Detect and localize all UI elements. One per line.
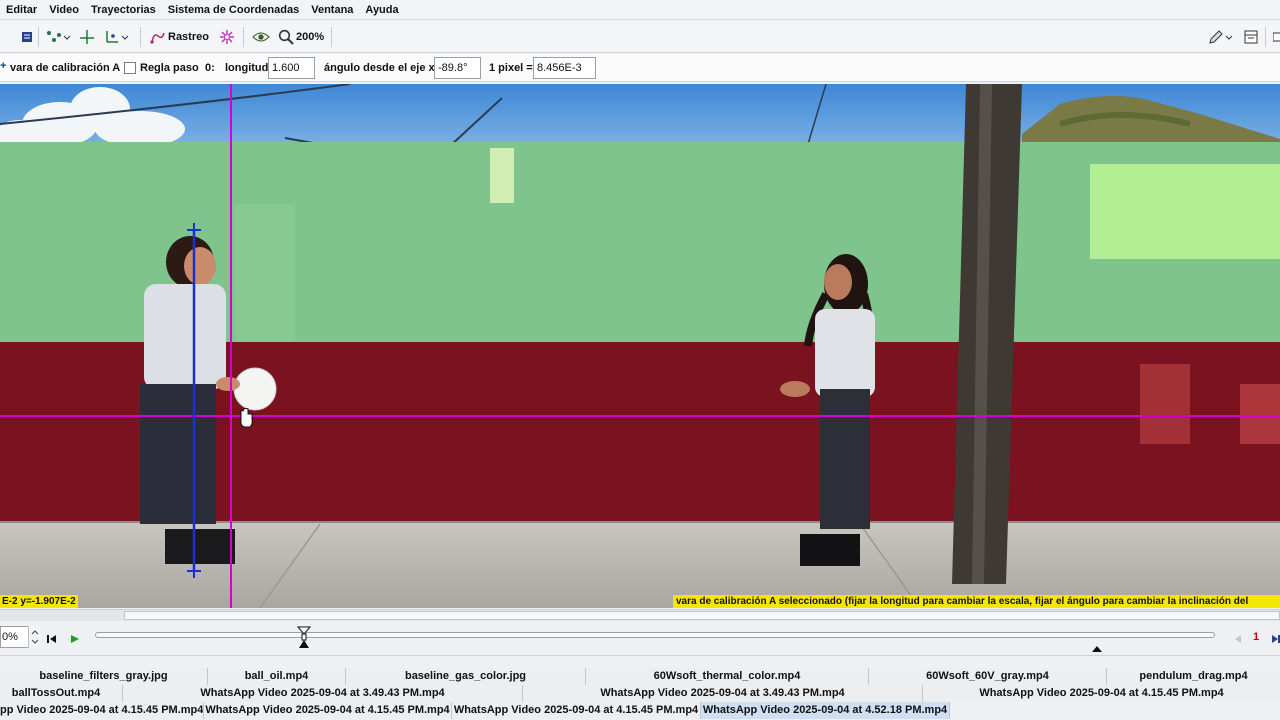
overflow-icon[interactable] (1273, 27, 1280, 47)
frame-slider[interactable] (95, 632, 1215, 638)
menu-ventana[interactable]: Ventana (305, 0, 359, 20)
toolbar: Rastreo 200% (0, 21, 1280, 53)
calibration-toolbar: + vara de calibración A Regla paso 0: lo… (0, 54, 1280, 94)
menu-bar: Editar Video Trayectorias Sistema de Coo… (0, 0, 1280, 20)
scrollbar-thumb[interactable] (124, 611, 1280, 620)
sunlit-patch (1090, 164, 1280, 259)
tracking-label: Rastreo (168, 31, 209, 43)
file-tab[interactable]: baseline_filters_gray.jpg (0, 668, 208, 685)
length-field[interactable]: 1.600 m (268, 57, 315, 94)
step-rule-checkbox[interactable] (124, 62, 136, 74)
video-frame (0, 84, 1280, 608)
step-next-icon[interactable] (1233, 631, 1243, 649)
menu-video[interactable]: Video (43, 0, 85, 20)
menu-editar[interactable]: Editar (0, 0, 43, 20)
axes-icon[interactable] (79, 27, 95, 47)
play-icon[interactable] (70, 631, 80, 649)
file-tab-row-3: pp Video 2025-09-04 at 4.15.45 PM.mp4 Wh… (0, 702, 1280, 720)
notes-icon[interactable] (20, 27, 34, 47)
file-tab[interactable]: baseline_gas_color.jpg (346, 668, 586, 685)
video-canvas[interactable] (0, 84, 1280, 608)
file-tab[interactable]: WhatsApp Video 2025-09-04 at 3.49.43 PM.… (523, 685, 923, 702)
zoom-level: 200% (296, 31, 325, 43)
step-value: 0: (205, 62, 215, 74)
track-tools-icon[interactable] (45, 27, 71, 47)
angle-label: ángulo desde el eje x (324, 62, 435, 74)
status-message: vara de calibración A seleccionado (fija… (673, 595, 1280, 608)
file-tab[interactable]: pp Video 2025-09-04 at 4.15.45 PM.mp4 (0, 702, 204, 719)
trace-icon (150, 32, 165, 44)
go-end-icon[interactable] (1271, 631, 1280, 649)
zoom-button[interactable]: 200% (278, 27, 324, 47)
menu-ayuda[interactable]: Ayuda (359, 0, 404, 20)
tracking-button[interactable]: Rastreo (150, 27, 209, 47)
visibility-eye-icon[interactable] (252, 27, 270, 47)
step-back-icon[interactable] (47, 631, 57, 649)
coordinate-readout: E-2 y=-1.907E-2 (0, 595, 78, 608)
start-frame-marker[interactable] (296, 626, 312, 655)
file-tab[interactable]: pendulum_drag.mp4 (1107, 668, 1280, 685)
menu-sistema-coordenadas[interactable]: Sistema de Coordenadas (162, 0, 305, 20)
end-frame-number: 1 (1253, 631, 1260, 643)
pixel-scale-label: 1 pixel = (489, 62, 533, 74)
menu-trayectorias[interactable]: Trayectorias (85, 0, 162, 20)
file-tab[interactable]: 60Wsoft_thermal_color.mp4 (586, 668, 869, 685)
calibration-tools-icon[interactable] (104, 27, 130, 47)
drawing-pencil-icon[interactable] (1208, 27, 1234, 47)
file-tab[interactable]: 60Wsoft_60V_gray.mp4 (869, 668, 1107, 685)
calibration-marker-icon: + (0, 60, 7, 72)
file-tab[interactable]: WhatsApp Video 2025-09-04 at 4.15.45 PM.… (923, 685, 1280, 702)
video-scrollbar[interactable] (0, 609, 1280, 621)
file-tab[interactable]: WhatsApp Video 2025-09-04 at 4.15.45 PM.… (452, 702, 701, 719)
autotracker-icon[interactable] (219, 27, 235, 47)
rate-spinner[interactable] (28, 626, 40, 648)
calibration-name[interactable]: vara de calibración A (10, 54, 120, 82)
step-rule-label: Regla paso (140, 62, 199, 74)
file-tab[interactable]: ball_oil.mp4 (208, 668, 346, 685)
length-label: longitud (225, 62, 269, 74)
player-bar: 0% 1 (0, 622, 1280, 656)
data-table-icon[interactable] (1244, 27, 1258, 47)
file-tab-row-2: ballTossOut.mp4 WhatsApp Video 2025-09-0… (0, 685, 1280, 702)
file-tab[interactable]: ballTossOut.mp4 (0, 685, 123, 702)
file-tab[interactable]: WhatsApp Video 2025-09-04 at 4.15.45 PM.… (204, 702, 452, 719)
end-frame-marker[interactable] (1091, 640, 1103, 658)
file-tab-row-1: baseline_filters_gray.jpg ball_oil.mp4 b… (0, 668, 1280, 685)
magnifier-icon (278, 29, 294, 45)
angle-field[interactable]: -89.8° (434, 57, 481, 79)
file-tab-active[interactable]: WhatsApp Video 2025-09-04 at 4.52.18 PM.… (701, 702, 950, 719)
pixel-scale-field[interactable]: 8.456E-3 m (533, 57, 596, 94)
file-tab[interactable]: WhatsApp Video 2025-09-04 at 3.49.43 PM.… (123, 685, 523, 702)
